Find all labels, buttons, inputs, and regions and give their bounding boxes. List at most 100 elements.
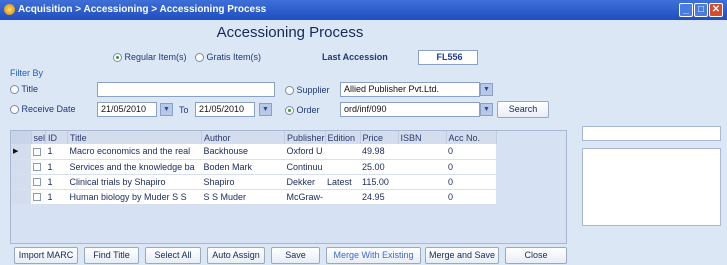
accessioning-window: Acquisition > Accessioning > Accessionin… <box>0 0 727 265</box>
column-header-title: Title <box>67 131 203 144</box>
cell-isbn <box>398 189 447 205</box>
row-marker <box>11 189 31 205</box>
cell-price: 49.98 <box>360 144 399 160</box>
cell-acc-no: 0 <box>446 174 497 190</box>
gratis-items-option[interactable]: Gratis Item(s) <box>195 52 262 63</box>
merge-with-existing-button[interactable]: Merge With Existing <box>326 247 421 264</box>
auto-assign-button[interactable]: Auto Assign <box>207 247 265 264</box>
row-select-checkbox[interactable] <box>31 144 46 160</box>
last-accession-value: FL556 <box>418 50 478 65</box>
row-select-checkbox[interactable] <box>31 174 46 190</box>
supplier-dropdown-icon[interactable]: ▼ <box>480 83 493 96</box>
search-button[interactable]: Search <box>497 101 549 118</box>
cell-id: 1 <box>45 144 68 160</box>
table-row[interactable]: 1 Human biology by Muder S S S S Muder M… <box>11 189 497 205</box>
cell-edition <box>325 189 361 205</box>
cell-title: Human biology by Muder S S <box>67 189 202 205</box>
app-icon <box>4 4 15 15</box>
cell-edition: Latest <box>325 174 361 190</box>
cell-publisher: Continuu <box>284 159 326 175</box>
title-bar: Acquisition > Accessioning > Accessionin… <box>0 0 727 20</box>
cell-publisher: Oxford U <box>284 144 326 160</box>
cell-edition <box>325 144 361 160</box>
items-table: sel ID Title Author Publisher Edition Pr… <box>11 131 497 205</box>
select-all-button[interactable]: Select All <box>145 247 201 264</box>
cell-price: 24.95 <box>360 189 399 205</box>
cell-isbn <box>398 159 447 175</box>
maximize-button[interactable]: □ <box>694 3 708 17</box>
table-header-row: sel ID Title Author Publisher Edition Pr… <box>11 131 497 144</box>
close-window-button[interactable]: ✕ <box>709 3 723 17</box>
order-dropdown-icon[interactable]: ▼ <box>480 103 493 116</box>
row-selector-header <box>11 131 32 144</box>
save-button[interactable]: Save <box>271 247 320 264</box>
cell-author: Boden Mark <box>201 159 285 175</box>
supplier-select[interactable]: Allied Publisher Pvt.Ltd. <box>340 82 480 97</box>
close-button[interactable]: Close <box>505 247 567 264</box>
table-row[interactable]: 1 Services and the knowledge ba Boden Ma… <box>11 159 497 175</box>
cell-author: Shapiro <box>201 174 285 190</box>
window-title: Acquisition > Accessioning > Accessionin… <box>18 4 267 15</box>
title-filter-radio[interactable] <box>10 85 19 95</box>
table-row[interactable]: ▶ 1 Macro economics and the real Backhou… <box>11 144 497 160</box>
regular-items-option[interactable]: Regular Item(s) <box>113 52 187 63</box>
table-row[interactable]: 1 Clinical trials by Shapiro Shapiro Dek… <box>11 174 497 190</box>
title-input[interactable] <box>97 82 275 97</box>
current-row-marker-icon: ▶ <box>11 144 31 160</box>
row-marker <box>11 159 31 175</box>
cell-id: 1 <box>45 189 68 205</box>
column-header-edition: Edition <box>325 131 361 144</box>
cell-isbn <box>398 174 447 190</box>
supplier-filter-label: Supplier <box>296 85 330 95</box>
from-date-input[interactable]: 21/05/2010 <box>97 102 157 117</box>
cell-acc-no: 0 <box>446 159 497 175</box>
column-header-author: Author <box>201 131 286 144</box>
column-header-publisher: Publisher <box>284 131 326 144</box>
filter-by-label: Filter By <box>10 68 44 78</box>
cell-price: 115.00 <box>360 174 399 190</box>
title-filter-label: Title <box>21 84 39 94</box>
side-details-panel <box>582 148 721 226</box>
cell-title: Services and the knowledge ba <box>67 159 202 175</box>
cell-title: Clinical trials by Shapiro <box>67 174 202 190</box>
cell-publisher: McGraw- <box>284 189 326 205</box>
cell-publisher: Dekker <box>284 174 326 190</box>
cell-acc-no: 0 <box>446 144 497 160</box>
title-filter-option[interactable]: Title <box>10 84 39 95</box>
row-select-checkbox[interactable] <box>31 159 46 175</box>
cell-author: S S Muder <box>201 189 285 205</box>
gratis-items-label: Gratis Item(s) <box>206 52 262 62</box>
row-marker <box>11 174 31 190</box>
page-title: Accessioning Process <box>216 24 364 41</box>
gratis-items-radio[interactable] <box>195 53 204 63</box>
to-date-dropdown-icon[interactable]: ▼ <box>259 103 272 116</box>
column-header-sel: sel <box>31 131 46 144</box>
cell-acc-no: 0 <box>446 189 497 205</box>
minimize-button[interactable]: _ <box>679 3 693 17</box>
receive-date-option[interactable]: Receive Date <box>10 104 76 115</box>
cell-edition <box>325 159 361 175</box>
order-filter-radio[interactable] <box>285 106 294 116</box>
row-select-checkbox[interactable] <box>31 189 46 205</box>
order-filter-option[interactable]: Order <box>285 105 320 116</box>
supplier-filter-radio[interactable] <box>285 86 294 96</box>
column-header-isbn: ISBN <box>398 131 447 144</box>
cell-id: 1 <box>45 159 68 175</box>
merge-and-save-button[interactable]: Merge and Save <box>425 247 499 264</box>
import-marc-button[interactable]: Import MARC <box>14 247 78 264</box>
regular-items-radio[interactable] <box>113 53 122 63</box>
from-date-dropdown-icon[interactable]: ▼ <box>160 103 173 116</box>
to-date-input[interactable]: 21/05/2010 <box>195 102 255 117</box>
cell-price: 25.00 <box>360 159 399 175</box>
to-label: To <box>179 105 189 115</box>
cell-title: Macro economics and the real <box>67 144 202 160</box>
supplier-filter-option[interactable]: Supplier <box>285 85 330 96</box>
find-title-button[interactable]: Find Title <box>84 247 139 264</box>
receive-date-label: Receive Date <box>21 104 76 114</box>
cell-author: Backhouse <box>201 144 285 160</box>
order-select[interactable]: ord/inf/090 <box>340 102 480 117</box>
order-filter-label: Order <box>296 105 320 115</box>
side-input-field[interactable] <box>582 126 721 141</box>
receive-date-radio[interactable] <box>10 105 19 115</box>
items-grid: sel ID Title Author Publisher Edition Pr… <box>10 130 567 244</box>
